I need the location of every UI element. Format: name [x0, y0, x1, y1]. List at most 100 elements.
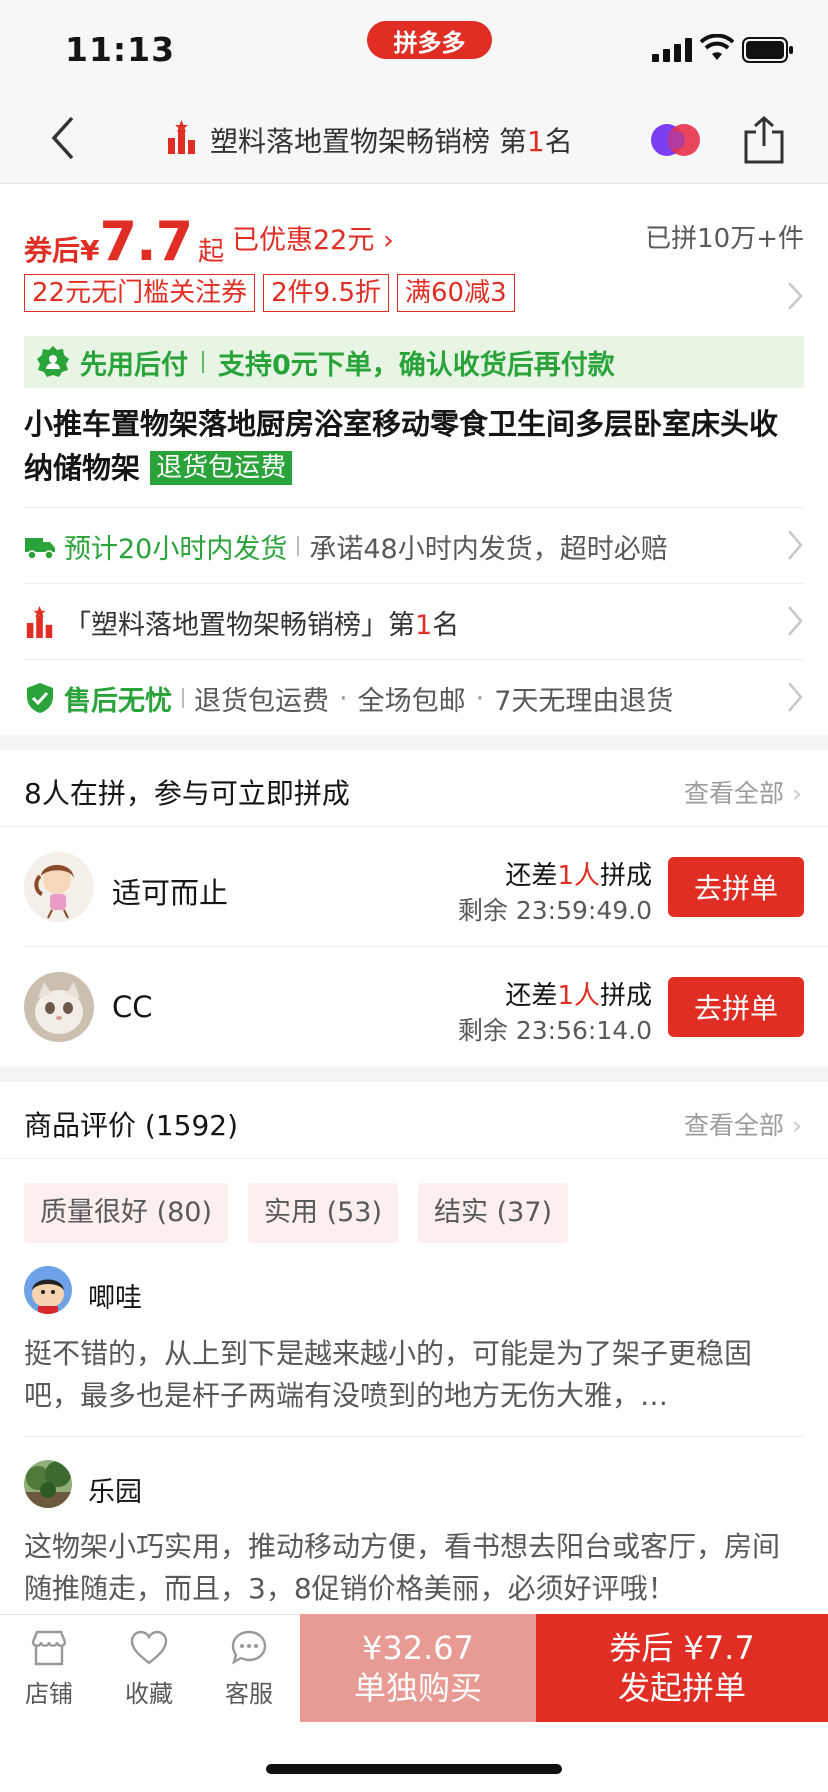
lack-suffix: 拼成	[599, 861, 652, 891]
app-pill: 拼多多	[367, 21, 492, 59]
divider	[24, 946, 828, 947]
chevron-right-icon: ›	[792, 779, 802, 808]
group-remaining-time: 剩余 23:59:49.0	[457, 896, 652, 925]
avatar	[24, 1460, 72, 1508]
price-currency: ¥	[80, 234, 100, 267]
avatar	[24, 972, 94, 1042]
shield-check-icon	[27, 683, 53, 713]
review-chip[interactable]: 实用 (53)	[248, 1183, 399, 1243]
divider	[0, 826, 828, 827]
home-indicator	[266, 1764, 562, 1774]
pay-later-banner[interactable]: 先用后付 支持0元下单，确认收货后再付款	[24, 336, 804, 388]
review-text[interactable]: 挺不错的，从上到下是越来越小的，可能是为了架子更稳固吧，最多也是杆子两端有没喷到…	[24, 1333, 804, 1417]
review-chips: 质量很好 (80) 实用 (53) 结实 (37)	[24, 1183, 569, 1243]
pay-later-icon	[37, 346, 69, 377]
view-all-label: 查看全部	[684, 1111, 785, 1140]
lack-suffix: 拼成	[599, 981, 652, 1011]
dot-separator: ·	[475, 682, 485, 714]
group-remaining-time: 剩余 23:56:14.0	[457, 1016, 652, 1045]
review-text[interactable]: 这物架小巧实用，推动移动方便，看书想去阳台或客厅，房间随推随走，而且，3，8促销…	[24, 1526, 804, 1610]
avatar	[24, 1266, 72, 1314]
price-value: 7.7	[99, 210, 194, 273]
discount-link[interactable]: 已优惠22元 ›	[232, 218, 394, 257]
group-lack: 还差1人拼成	[505, 855, 652, 892]
title-prefix: 塑料落地置物架畅销榜 第	[210, 125, 527, 158]
divider	[0, 1158, 828, 1159]
title-rank: 1	[526, 125, 545, 158]
avatar-image	[24, 1266, 72, 1314]
product-title: 小推车置物架落地厨房浴室移动零食卫生间多层卧室床头收纳储物架 退货包运费	[24, 402, 804, 490]
heart-icon	[130, 1630, 168, 1665]
share-icon[interactable]	[742, 116, 786, 164]
divider	[297, 536, 300, 556]
price-suffix: 起	[198, 237, 225, 267]
truck-icon	[25, 538, 55, 560]
review-chip[interactable]: 质量很好 (80)	[24, 1183, 229, 1243]
join-group-button[interactable]: 去拼单	[668, 977, 804, 1037]
avatar-image	[24, 972, 94, 1042]
avatar-image	[24, 852, 94, 922]
divider	[202, 351, 204, 373]
single-price: ¥32.67	[362, 1629, 474, 1667]
aftersale-item: 7天无理由退货	[494, 685, 674, 717]
pay-later-title: 先用后付	[80, 349, 188, 381]
section-divider	[0, 735, 828, 750]
discount-text: 已优惠22元	[232, 225, 375, 256]
back-icon[interactable]	[48, 112, 78, 164]
chevron-right-icon: ›	[792, 1111, 802, 1140]
shop-label: 店铺	[25, 1680, 73, 1708]
shipping-row[interactable]: 预计20小时内发货 承诺48小时内发货，超时必赔	[24, 507, 804, 584]
rank-row[interactable]: 「塑料落地置物架畅销榜」第1名	[24, 583, 804, 660]
battery-icon	[742, 37, 793, 63]
start-group-button[interactable]: 券后 ¥7.7 发起拼单	[536, 1614, 828, 1722]
join-group-button[interactable]: 去拼单	[668, 857, 804, 917]
section-divider	[0, 1067, 828, 1082]
wifi-icon	[700, 34, 734, 60]
pay-later-text: 支持0元下单，确认收货后再付款	[218, 349, 615, 381]
promo-tag[interactable]: 22元无门槛关注券	[24, 274, 256, 312]
divider	[182, 688, 184, 708]
free-return-badge: 退货包运费	[150, 451, 293, 485]
shipping-estimate: 预计20小时内发货	[64, 533, 288, 565]
aftersale-row[interactable]: 售后无忧 退货包运费 · 全场包邮 · 7天无理由退货	[24, 659, 804, 736]
chevron-right-icon[interactable]	[786, 280, 804, 312]
rank-suffix: 名	[432, 609, 460, 641]
service-label: 客服	[225, 1680, 273, 1708]
chevron-right-icon	[788, 606, 803, 636]
rank-chart-icon	[26, 606, 53, 638]
promo-tag[interactable]: 2件9.5折	[263, 274, 389, 312]
favorite-tab[interactable]: 收藏	[109, 1628, 189, 1709]
reviewer-name: 唧哇	[88, 1283, 142, 1314]
page-title: 塑料落地置物架畅销榜 第1名	[210, 120, 573, 160]
buy-single-button[interactable]: ¥32.67 单独购买	[300, 1614, 536, 1722]
lack-prefix: 还差	[505, 981, 558, 1011]
aftersale-item: 全场包邮	[357, 685, 466, 717]
divider	[24, 1436, 804, 1437]
single-label: 单独购买	[353, 1669, 482, 1707]
review-chip[interactable]: 结实 (37)	[418, 1183, 569, 1243]
chevron-right-icon	[788, 682, 803, 712]
group-price: 券后 ¥7.7	[609, 1629, 755, 1667]
multi-circle-icon[interactable]	[650, 122, 702, 158]
reviewer-name: 乐园	[88, 1477, 142, 1508]
shop-tab[interactable]: 店铺	[9, 1628, 89, 1709]
group-section-title: 8人在拼，参与可立即拼成	[24, 777, 350, 810]
promo-tags[interactable]: 22元无门槛关注券 2件9.5折 满60减3	[24, 274, 515, 312]
store-icon	[31, 1630, 67, 1666]
group-view-all[interactable]: 查看全部 ›	[684, 774, 802, 810]
reviews-view-all[interactable]: 查看全部 ›	[684, 1106, 802, 1142]
avatar	[24, 852, 94, 922]
price-prefix: 券后	[24, 234, 81, 267]
chat-bubble-icon	[231, 1630, 267, 1665]
avatar-image	[24, 1460, 72, 1508]
lack-prefix: 还差	[505, 861, 558, 891]
title-suffix: 名	[544, 125, 573, 158]
view-all-label: 查看全部	[684, 779, 785, 808]
price-row: 券后¥7.7 起	[24, 210, 225, 273]
product-title-text: 小推车置物架落地厨房浴室移动零食卫生间多层卧室床头收纳储物架	[24, 407, 779, 485]
service-tab[interactable]: 客服	[209, 1628, 289, 1709]
lack-count: 1人	[557, 861, 600, 891]
rank-text: 「塑料落地置物架畅销榜」第1名	[64, 603, 459, 642]
promo-tag[interactable]: 满60减3	[397, 274, 515, 312]
rank-number: 1	[415, 609, 433, 641]
